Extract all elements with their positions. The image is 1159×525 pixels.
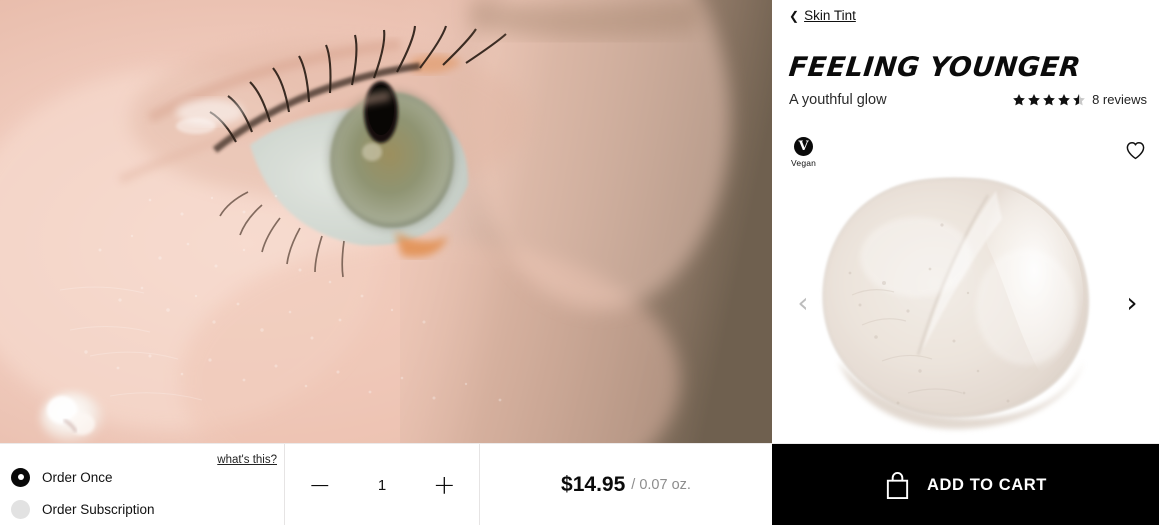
star-half-icon <box>1073 93 1085 105</box>
whats-this-link[interactable]: what's this? <box>217 454 277 466</box>
breadcrumb-link-skin-tint[interactable]: Skin Tint <box>804 8 856 23</box>
quantity-increase-button[interactable]: + <box>427 468 461 502</box>
radio-option-order-subscription[interactable]: Order Subscription <box>11 493 155 525</box>
carousel-next-button[interactable]: › <box>1115 283 1149 323</box>
status-badge-vegan: V Vegan <box>791 137 816 168</box>
quantity-decrease-button[interactable]: − <box>303 468 337 502</box>
radio-label-order-once: Order Once <box>42 469 113 485</box>
vegan-v-icon: V <box>794 137 814 156</box>
cream-swatch-image <box>822 177 1089 430</box>
star-full-icon <box>1043 93 1055 105</box>
order-type-section: what's this? Order Once Order Subscripti… <box>0 444 285 525</box>
product-rating[interactable]: 8 reviews <box>1012 92 1147 107</box>
purchase-bar: what's this? Order Once Order Subscripti… <box>0 443 1159 525</box>
star-full-icon <box>1058 93 1070 105</box>
product-image-carousel: ‹ › <box>772 165 1159 440</box>
add-to-cart-button[interactable]: ADD TO CART <box>772 444 1159 525</box>
review-count-label[interactable]: 8 reviews <box>1092 92 1147 107</box>
add-to-cart-label: ADD TO CART <box>927 475 1047 494</box>
price-unit: / 0.07 oz. <box>631 477 691 493</box>
quantity-value[interactable]: 1 <box>372 477 392 494</box>
wishlist-button[interactable] <box>1123 138 1147 162</box>
product-info-panel: ❮ Skin Tint FEELING YOUNGER A youthful g… <box>772 0 1159 443</box>
eye-skin-macro-image <box>0 0 772 443</box>
hero-product-photo <box>0 0 772 443</box>
radio-selected-icon <box>11 467 30 487</box>
heart-outline-icon <box>1126 141 1144 159</box>
star-full-icon <box>1028 93 1040 105</box>
star-full-icon <box>1013 93 1025 105</box>
chevron-left-icon: ❮ <box>789 8 800 23</box>
quantity-stepper: − 1 + <box>285 444 480 525</box>
breadcrumb[interactable]: ❮ Skin Tint <box>789 8 856 23</box>
product-subtitle: A youthful glow <box>789 92 887 108</box>
order-type-radio-group: Order Once Order Subscription <box>11 461 155 525</box>
radio-option-order-once[interactable]: Order Once <box>11 461 155 493</box>
plus-icon: + <box>433 469 456 501</box>
page-title: FEELING YOUNGER <box>787 52 1083 83</box>
price-amount: $14.95 <box>561 473 626 496</box>
radio-label-order-subscription: Order Subscription <box>42 501 155 517</box>
chevron-right-icon: › <box>1126 286 1138 319</box>
price-section: $14.95 / 0.07 oz. <box>480 444 772 525</box>
product-detail-page: ❮ Skin Tint FEELING YOUNGER A youthful g… <box>0 0 1159 525</box>
star-rating <box>1012 93 1086 107</box>
chevron-left-icon: ‹ <box>797 286 809 319</box>
carousel-prev-button[interactable]: ‹ <box>786 283 820 323</box>
shopping-bag-icon <box>886 471 909 499</box>
radio-unselected-icon <box>11 499 30 519</box>
minus-icon: − <box>308 469 331 501</box>
